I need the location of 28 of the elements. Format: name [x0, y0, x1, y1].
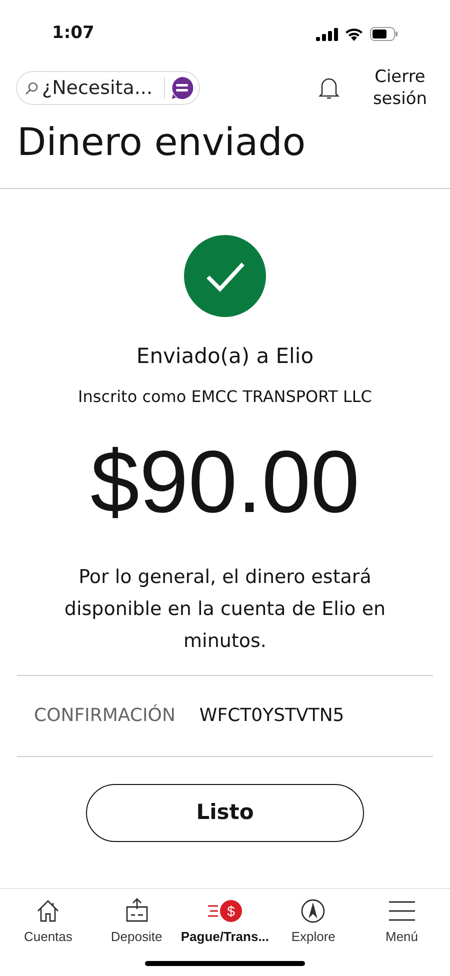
notification-bell-icon[interactable] [318, 76, 340, 100]
availability-message: Por lo general, el dinero estará disponible en la cuenta de Elio en minutos. [63, 564, 387, 654]
amount: $90.00 [90, 430, 360, 532]
nav-tab[interactable]: Menú [358, 897, 445, 945]
recipient-text: Enviado(a) a Elio [136, 343, 314, 370]
nav-tab[interactable]: Deposite [94, 897, 180, 945]
battery-icon [370, 27, 398, 41]
signal-icon [316, 28, 338, 40]
chat-icon[interactable] [169, 75, 195, 101]
enrolled-name: Inscrito como EMCC TRANSPORT LLC [78, 386, 372, 408]
status-time: 1:07 [52, 22, 94, 46]
success-check-icon [184, 235, 266, 317]
page-title: Dinero enviado [0, 120, 450, 189]
nav-tab[interactable]: $ Pague/Trans... [182, 897, 268, 945]
confirmation-label: CONFIRMACIÓN [34, 703, 176, 728]
logout-link[interactable]: Cierre sesión [366, 66, 434, 110]
compass-icon [300, 898, 326, 924]
search-icon [25, 82, 38, 94]
dollar-sign: $ [226, 902, 236, 920]
search-input[interactable]: ¿Necesita... [42, 74, 160, 102]
search-bar[interactable]: ¿Necesita... [16, 71, 200, 105]
wifi-icon [344, 27, 364, 41]
confirmation-number: WFCT0YSTVTN5 [199, 704, 344, 728]
dollar-send-icon [206, 898, 244, 924]
nav-tab[interactable]: Cuentas [5, 897, 92, 945]
nav-tab[interactable]: Explore [270, 897, 356, 945]
done-button[interactable]: Listo [86, 784, 364, 842]
menu-icon [386, 899, 417, 923]
